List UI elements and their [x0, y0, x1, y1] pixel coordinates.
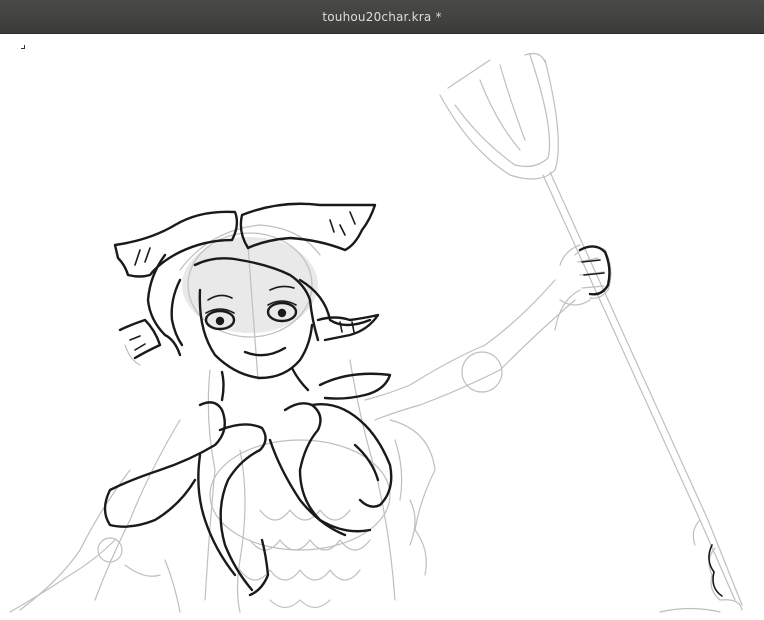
lineart-layer	[103, 202, 723, 597]
neck-left	[220, 370, 225, 402]
scales-row-1	[259, 509, 351, 521]
title-bar[interactable]: touhou20char.kra *	[0, 0, 764, 34]
left-pupil	[215, 316, 225, 326]
artwork	[9, 52, 743, 613]
trident-middle-tine	[479, 64, 526, 151]
left-dress-sketch	[124, 559, 181, 613]
krita-window: touhou20char.kra *	[0, 0, 764, 620]
arm-lower-sketch	[374, 299, 576, 421]
trident-shaft-sketch-2	[549, 171, 743, 606]
corner-bracket-icon	[21, 45, 25, 49]
dress-mid-sketch	[236, 449, 246, 613]
trident-butt-2	[659, 607, 721, 613]
dress-right-detail	[394, 439, 416, 546]
left-elbow-sketch	[97, 537, 123, 563]
headpiece-right-detail	[329, 211, 356, 236]
sketch-layer	[9, 52, 743, 613]
trident-butt-sketch	[692, 519, 743, 611]
scales-row-4	[269, 599, 331, 609]
arm-upper-sketch	[364, 279, 556, 401]
scales-row-2	[249, 539, 371, 551]
mouth	[243, 346, 287, 357]
hair-fin-left-detail	[129, 335, 146, 351]
trident-butt-ink	[708, 544, 723, 597]
headpiece-left-detail	[134, 247, 151, 266]
trident-shaft-sketch	[542, 174, 736, 601]
tentacle-right-inner	[268, 438, 347, 537]
hip-sketch	[209, 439, 391, 551]
window-title: touhou20char.kra *	[322, 9, 442, 24]
hair-fin-right	[316, 313, 380, 342]
tentacle-left-outer	[103, 401, 226, 528]
drawing-canvas[interactable]	[0, 34, 764, 620]
left-arm-sketch-2	[9, 539, 116, 613]
scales-row-3	[239, 569, 361, 581]
tentacle-right-center	[283, 402, 372, 533]
trident-tines-sketch	[447, 54, 551, 168]
wrist-sketch	[554, 289, 581, 331]
neck-right	[290, 366, 310, 392]
right-pupil	[277, 308, 287, 318]
torso-left-sketch	[204, 369, 216, 601]
trident-tip	[524, 52, 546, 63]
hair-fin-left	[118, 318, 162, 360]
hair-inner-left	[170, 278, 184, 347]
dress-right-sketch	[389, 419, 436, 576]
left-arm-sketch	[19, 469, 131, 611]
tentacle-right-detail	[353, 443, 380, 482]
